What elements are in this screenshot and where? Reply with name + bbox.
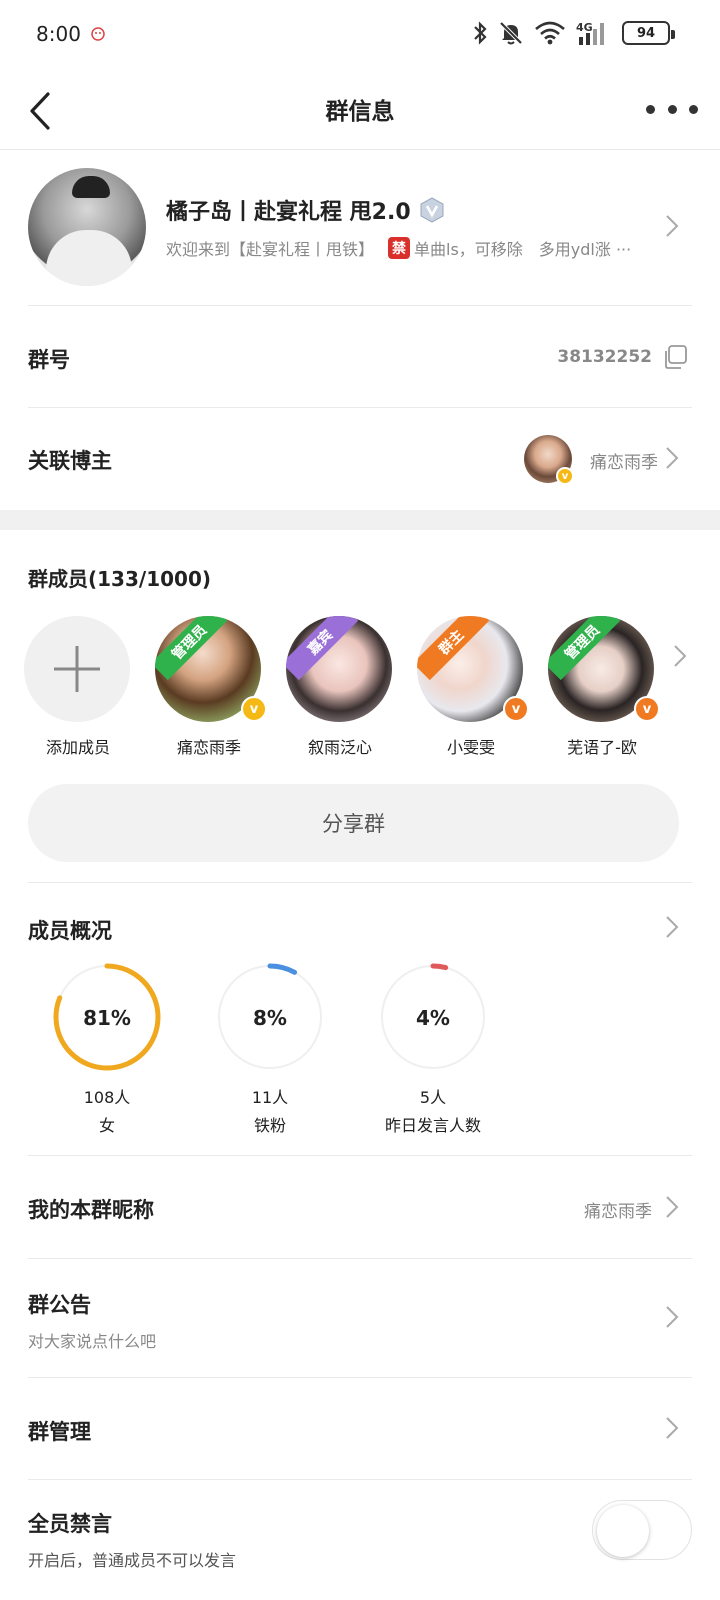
member-item[interactable]: 管理员 v 痛恋雨季 xyxy=(149,616,269,757)
stat-count: 108人 xyxy=(83,1088,131,1107)
back-button[interactable] xyxy=(20,82,70,138)
member-name: 叙雨泛心 xyxy=(307,738,372,757)
chevron-right-icon xyxy=(666,916,679,938)
stat-label: 铁粉 xyxy=(253,1116,286,1135)
stat-female: 81% 108人 女 xyxy=(32,962,182,1142)
linked-blogger-name: 痛恋雨季 xyxy=(590,453,658,473)
role-ribbon: 嘉宾 xyxy=(286,616,359,681)
verified-badge-icon: v xyxy=(503,696,529,722)
stat-count: 5人 xyxy=(419,1088,447,1107)
members-more-chevron-icon[interactable] xyxy=(670,643,690,669)
share-group-button[interactable]: 分享群 xyxy=(28,784,679,862)
group-description: 欢迎来到【赴宴礼程丨甩铁】 禁 单曲ls，可移除 多用ydl涨 ··· xyxy=(166,236,636,260)
toggle-knob xyxy=(597,1505,649,1557)
chevron-right-icon xyxy=(666,1196,679,1218)
member-item[interactable]: 嘉宾 叙雨泛心 xyxy=(280,616,400,757)
level-badge-icon xyxy=(420,197,444,223)
share-group-label: 分享群 xyxy=(322,812,385,836)
more-button[interactable] xyxy=(646,94,698,124)
verified-badge-icon: v xyxy=(634,696,660,722)
bluetooth-icon xyxy=(474,21,487,45)
notification-app-icon xyxy=(91,27,105,41)
stat-fans: 8% 11人 铁粉 xyxy=(195,962,345,1142)
group-number-value: 38132252 xyxy=(557,347,652,367)
status-icons: 4G 94 xyxy=(472,16,675,50)
group-avatar[interactable] xyxy=(28,168,146,286)
more-dot-icon xyxy=(689,104,698,114)
verified-badge-icon: v xyxy=(556,467,574,485)
announcement-hint: 对大家说点什么吧 xyxy=(28,1332,157,1351)
group-management-label: 群管理 xyxy=(28,1420,91,1444)
stat-label: 女 xyxy=(98,1116,115,1135)
group-management-row[interactable]: 群管理 xyxy=(0,1378,720,1479)
more-dot-icon xyxy=(667,104,677,114)
4g-signal-icon: 4G xyxy=(576,21,604,45)
svg-text:4G: 4G xyxy=(576,21,593,34)
group-desc-prefix: 欢迎来到【赴宴礼程丨甩铁】 xyxy=(166,240,375,259)
linked-blogger-row[interactable]: 关联博主 v 痛恋雨季 xyxy=(0,408,720,510)
stat-speakers: 4% 5人 昨日发言人数 xyxy=(358,962,508,1142)
my-nickname-label: 我的本群昵称 xyxy=(28,1198,154,1222)
status-bar: 8:00 4G 94 xyxy=(0,0,720,72)
my-nickname-row[interactable]: 我的本群昵称 痛恋雨季 xyxy=(0,1156,720,1258)
member-item[interactable]: 管理员 v 芜语了-欧 xyxy=(542,616,662,757)
role-ribbon: 群主 xyxy=(417,616,490,681)
linked-blogger-label: 关联博主 xyxy=(28,449,112,473)
ban-tag: 禁 xyxy=(388,237,411,259)
mute-bell-icon xyxy=(499,21,523,45)
add-member-circle xyxy=(24,616,130,722)
battery-level: 94 xyxy=(636,25,656,41)
verified-badge-icon: v xyxy=(241,696,267,722)
battery-icon: 94 xyxy=(622,21,675,45)
group-number-label: 群号 xyxy=(28,348,70,372)
announcement-label: 群公告 xyxy=(28,1293,91,1317)
stat-count: 11人 xyxy=(251,1088,289,1107)
stat-percent: 81% xyxy=(83,1006,131,1030)
more-dot-icon xyxy=(646,104,655,114)
group-name: 橘子岛丨赴宴礼程 甩2.0 xyxy=(166,200,411,225)
stat-percent: 8% xyxy=(253,1006,287,1030)
my-nickname-value: 痛恋雨季 xyxy=(584,1202,652,1222)
status-time: 8:00 xyxy=(36,22,81,46)
mute-all-toggle[interactable] xyxy=(592,1500,692,1560)
members-title: 群成员(133/1000) xyxy=(28,567,211,591)
member-avatar: 嘉宾 xyxy=(286,616,392,722)
announcement-row[interactable]: 群公告 对大家说点什么吧 xyxy=(0,1259,720,1377)
stat-label: 昨日发言人数 xyxy=(384,1116,481,1135)
nav-bar: 群信息 xyxy=(0,72,720,150)
overview-header-row[interactable]: 成员概况 xyxy=(0,883,720,963)
role-ribbon: 管理员 xyxy=(155,616,228,681)
group-name-row: 橘子岛丨赴宴礼程 甩2.0 xyxy=(166,194,445,226)
section-gap xyxy=(0,510,720,530)
mute-all-hint: 开启后，普通成员不可以发言 xyxy=(28,1551,237,1570)
member-name: 小雯雯 xyxy=(446,738,495,757)
stat-percent: 4% xyxy=(416,1006,450,1030)
group-profile-card[interactable]: 橘子岛丨赴宴礼程 甩2.0 欢迎来到【赴宴礼程丨甩铁】 禁 单曲ls，可移除 多… xyxy=(0,150,720,306)
member-name: 痛恋雨季 xyxy=(176,738,241,757)
add-member-button[interactable]: 添加成员 xyxy=(18,616,138,757)
overview-title: 成员概况 xyxy=(28,919,112,943)
mute-all-label: 全员禁言 xyxy=(28,1512,112,1536)
blogger-avatar: v xyxy=(524,435,574,485)
add-member-label: 添加成员 xyxy=(45,738,110,757)
back-arrow-icon xyxy=(30,92,50,130)
page-title: 群信息 xyxy=(325,99,395,125)
chevron-right-icon xyxy=(666,215,679,237)
chevron-right-icon xyxy=(666,1306,679,1328)
chevron-right-icon xyxy=(666,1417,679,1439)
chevron-right-icon xyxy=(666,447,679,469)
copy-icon[interactable] xyxy=(662,344,688,370)
plus-icon xyxy=(54,646,100,692)
role-ribbon: 管理员 xyxy=(548,616,621,681)
member-item[interactable]: 群主 v 小雯雯 xyxy=(411,616,531,757)
member-name: 芜语了-欧 xyxy=(567,738,637,757)
group-number-row[interactable]: 群号 38132252 xyxy=(0,306,720,407)
wifi-icon xyxy=(535,21,565,45)
group-desc-suffix: 单曲ls，可移除 多用ydl涨 ··· xyxy=(414,240,632,259)
